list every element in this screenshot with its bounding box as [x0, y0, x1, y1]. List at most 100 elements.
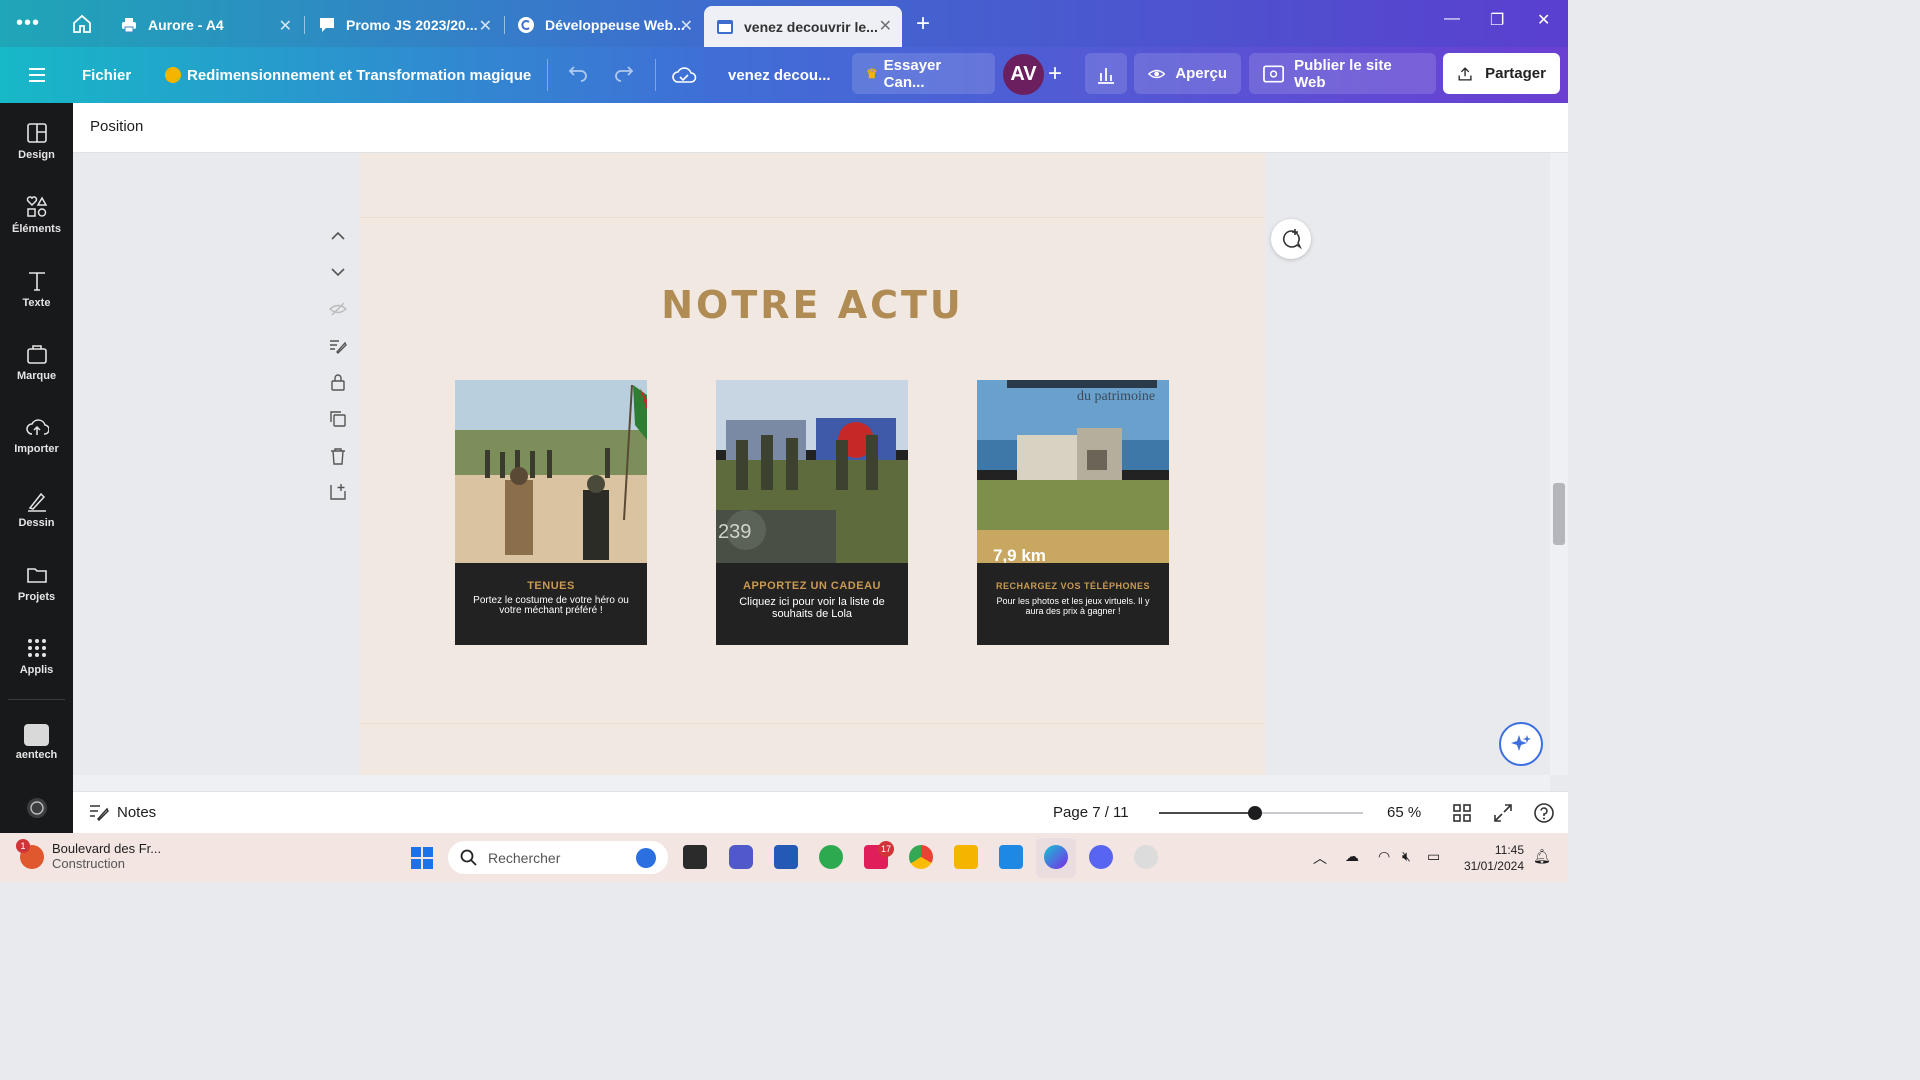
- news-card[interactable]: 239 APPORTEZ UN CADEAU Cliquez ici pour …: [716, 380, 908, 645]
- document-title[interactable]: venez decou...: [728, 47, 831, 103]
- help-icon[interactable]: [1533, 802, 1555, 824]
- canva-icon[interactable]: [1044, 845, 1068, 869]
- sidebar-item-apps[interactable]: Applis: [0, 636, 73, 676]
- redo-icon[interactable]: [612, 63, 636, 87]
- resize-button[interactable]: Redimensionnement et Transformation magi…: [165, 47, 531, 103]
- evernote-icon[interactable]: [819, 845, 843, 869]
- news-card[interactable]: TENUES Portez le costume de votre héro o…: [455, 380, 647, 645]
- close-icon[interactable]: ✕: [479, 16, 492, 36]
- file-menu[interactable]: Fichier: [82, 47, 131, 103]
- zoom-level[interactable]: 65 %: [1387, 804, 1421, 821]
- ai-assistant-icon[interactable]: [25, 796, 49, 820]
- fullscreen-icon[interactable]: [1492, 802, 1514, 824]
- tab-venez-decouvrir[interactable]: venez decouvrir le... ✕: [704, 6, 902, 47]
- avatar[interactable]: AV: [1003, 54, 1044, 95]
- notification-badge: 17: [878, 841, 894, 857]
- zoom-slider-knob[interactable]: [1247, 806, 1262, 820]
- eye-icon: [1148, 69, 1166, 78]
- chevron-up-icon[interactable]: ︿: [1313, 848, 1327, 868]
- close-icon[interactable]: ✕: [680, 16, 693, 36]
- menu-icon[interactable]: [26, 64, 48, 86]
- position-button[interactable]: Position: [90, 118, 143, 135]
- tab-developpeuse[interactable]: Développeuse Web... ✕: [505, 6, 703, 44]
- vertical-scrollbar[interactable]: [1550, 153, 1568, 775]
- news-card[interactable]: 7,9 km du patrimoine RECHARGEZ VOS TÉLÉP…: [977, 380, 1169, 645]
- widget-subtitle: Construction: [52, 856, 125, 871]
- chevron-down-icon[interactable]: [325, 259, 351, 285]
- battery-icon[interactable]: ▭: [1427, 848, 1440, 865]
- try-canva-pro-button[interactable]: ♛ Essayer Can...: [852, 53, 995, 94]
- windows-start-icon[interactable]: [410, 846, 434, 870]
- notes-icon: [90, 805, 109, 821]
- share-button[interactable]: Partager: [1443, 53, 1560, 94]
- discord-icon[interactable]: [1089, 845, 1113, 869]
- notifications-icon[interactable]: 🔔︎: [1533, 848, 1551, 865]
- sidebar-item-draw[interactable]: Dessin: [0, 489, 73, 529]
- design-page[interactable]: NOTRE ACTU TENUES Portez le costume de v…: [360, 153, 1265, 775]
- tab-label: Promo JS 2023/20...: [346, 17, 478, 33]
- sidebar-item-design[interactable]: Design: [0, 121, 73, 161]
- sidebar-item-label: aentech: [15, 749, 58, 761]
- insights-button[interactable]: [1085, 53, 1127, 94]
- magic-assistant-button[interactable]: [1499, 722, 1543, 766]
- section-heading[interactable]: NOTRE ACTU: [360, 283, 1265, 327]
- notes-edit-icon[interactable]: [325, 333, 351, 359]
- restore-icon[interactable]: ❐: [1490, 10, 1504, 30]
- chrome-icon[interactable]: [909, 845, 933, 869]
- minimize-icon[interactable]: —: [1444, 10, 1460, 28]
- hide-page-icon[interactable]: [325, 296, 351, 322]
- notes-button[interactable]: Notes: [89, 803, 156, 821]
- add-page-icon[interactable]: [325, 479, 351, 505]
- tab-aurore[interactable]: Aurore - A4 ✕: [108, 6, 302, 44]
- wifi-icon[interactable]: ◠: [1378, 848, 1390, 865]
- search-icon: [460, 849, 477, 866]
- horizontal-scrollbar[interactable]: [73, 775, 1550, 791]
- taskbar-search[interactable]: Rechercher: [448, 841, 668, 874]
- vscode-icon[interactable]: [999, 845, 1023, 869]
- sidebar-item-projects[interactable]: Projets: [0, 563, 73, 603]
- brand-icon: [26, 345, 47, 364]
- file-explorer-icon[interactable]: [954, 845, 978, 869]
- sidebar-item-team[interactable]: aentech: [0, 749, 73, 761]
- page-indicator[interactable]: Page 7 / 11: [1053, 804, 1129, 821]
- add-collaborator-icon[interactable]: +: [1048, 60, 1062, 88]
- zoom-slider-fill: [1159, 812, 1255, 814]
- close-window-icon[interactable]: ✕: [1537, 10, 1550, 30]
- lock-icon[interactable]: [325, 369, 351, 395]
- task-view-icon[interactable]: [683, 845, 707, 869]
- sidebar-item-brand[interactable]: Marque: [0, 342, 73, 382]
- cloud-saved-icon[interactable]: [671, 63, 697, 87]
- sidebar-item-upload[interactable]: Importer: [0, 415, 73, 455]
- crown-icon: [165, 67, 181, 83]
- trash-icon[interactable]: [325, 443, 351, 469]
- new-tab-icon[interactable]: +: [916, 10, 930, 38]
- widget-title: Boulevard des Fr...: [52, 841, 162, 856]
- browser-tab-bar: ••• Aurore - A4 ✕ Promo JS 2023/20... ✕ …: [0, 0, 1568, 47]
- sidebar-item-text[interactable]: Texte: [0, 269, 73, 309]
- team-icon[interactable]: [24, 724, 49, 746]
- browser-menu-icon[interactable]: •••: [16, 12, 40, 35]
- weather-widget[interactable]: 1 Boulevard des Fr... Construction: [16, 839, 162, 871]
- scrollbar-thumb[interactable]: [1553, 483, 1565, 545]
- teams-icon[interactable]: [729, 845, 753, 869]
- home-icon[interactable]: [70, 12, 94, 36]
- system-clock[interactable]: 11:45 31/01/2024: [1458, 842, 1524, 874]
- duplicate-icon[interactable]: [325, 406, 351, 432]
- zoom-slider[interactable]: [1159, 806, 1363, 820]
- chevron-up-icon[interactable]: [325, 223, 351, 249]
- grid-view-icon[interactable]: [1451, 802, 1473, 824]
- openai-icon[interactable]: [1134, 845, 1158, 869]
- close-icon[interactable]: ✕: [879, 16, 892, 36]
- store-icon[interactable]: [774, 845, 798, 869]
- undo-icon[interactable]: [566, 63, 590, 87]
- tab-promo[interactable]: Promo JS 2023/20... ✕: [306, 6, 502, 44]
- preview-button[interactable]: Aperçu: [1134, 53, 1241, 94]
- volume-muted-icon[interactable]: 🔇︎: [1402, 848, 1411, 865]
- add-comment-button[interactable]: [1271, 219, 1311, 259]
- crown-icon: ♛: [866, 65, 878, 81]
- close-icon[interactable]: ✕: [279, 16, 292, 36]
- sidebar-item-elements[interactable]: Éléments: [0, 195, 73, 235]
- sidebar-item-label: Marque: [16, 370, 57, 382]
- onedrive-icon[interactable]: ☁: [1345, 848, 1359, 865]
- publish-website-button[interactable]: Publier le site Web: [1249, 53, 1436, 94]
